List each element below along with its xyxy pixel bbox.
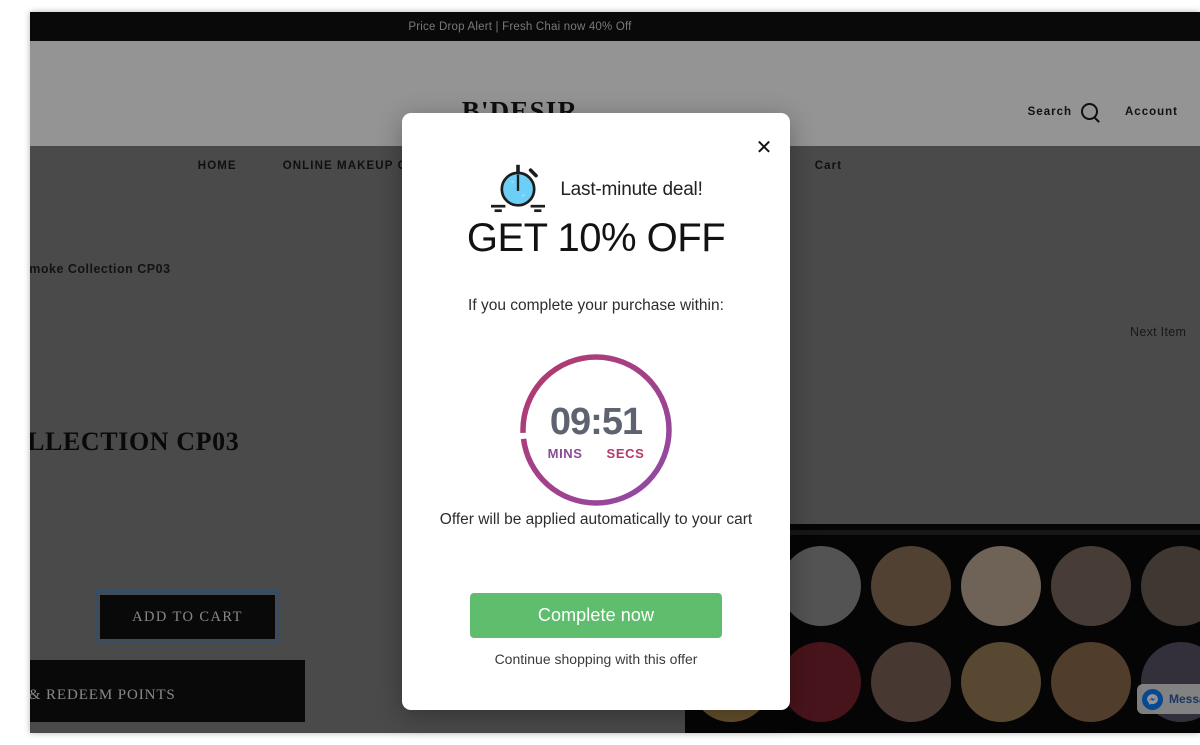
close-icon[interactable]: ✕ xyxy=(752,135,776,159)
countdown-units: MINS SECS xyxy=(548,446,645,461)
product-title: SMOKE COLLECTION CP03 xyxy=(30,427,240,457)
countdown-digits: 09:51 xyxy=(549,401,643,443)
eyeshadow-pan xyxy=(1051,546,1131,626)
last-minute-deal-modal: ✕ Last-minute deal! GET 10% OFF If you c… xyxy=(402,113,790,710)
messenger-widget[interactable]: Message us xyxy=(1137,684,1200,714)
countdown-readout: 09:51 MINS SECS xyxy=(515,349,677,511)
nav-item-cart[interactable]: Cart xyxy=(815,160,842,172)
eyeshadow-pan xyxy=(961,642,1041,722)
announcement-bar: Price Drop Alert | Fresh Chai now 40% Of… xyxy=(30,12,1200,41)
add-to-cart-button[interactable]: ADD TO CART xyxy=(95,590,280,644)
breadcrumb: / Crown Cosmetics / Smoke Collection CP0… xyxy=(30,262,171,276)
breadcrumb-current: Smoke Collection CP03 xyxy=(30,262,171,276)
eyeshadow-pan xyxy=(781,546,861,626)
modal-header: Last-minute deal! xyxy=(402,163,790,217)
countdown-timer: 09:51 MINS SECS xyxy=(515,349,677,511)
eyeshadow-pan xyxy=(871,546,951,626)
messenger-label: Message us xyxy=(1169,692,1200,706)
auto-apply-text: Offer will be applied automatically to y… xyxy=(439,511,753,528)
eyeshadow-pan xyxy=(871,642,951,722)
nav-item-home[interactable]: HOME xyxy=(198,160,237,172)
account-link[interactable]: Account xyxy=(1125,106,1178,118)
search-label[interactable]: Search xyxy=(1028,106,1072,118)
nav-label: Cart xyxy=(814,160,843,172)
search-icon[interactable] xyxy=(1081,103,1098,120)
continue-shopping-link[interactable]: Continue shopping with this offer xyxy=(402,651,790,667)
condition-text: If you complete your purchase within: xyxy=(468,297,724,314)
screenshot-root: Price Drop Alert | Fresh Chai now 40% Of… xyxy=(0,0,1200,745)
next-item-link[interactable]: Next Item xyxy=(1130,325,1186,339)
messenger-icon xyxy=(1142,688,1163,710)
complete-now-button[interactable]: Complete now xyxy=(470,593,722,638)
eyeshadow-pan xyxy=(781,642,861,722)
eyeshadow-pan xyxy=(1051,642,1131,722)
header-utilities: Search Account xyxy=(1028,103,1178,120)
nav-label: HOME xyxy=(197,160,237,172)
login-earn-points-button[interactable]: LOGIN TO EARN & REDEEM POINTS xyxy=(30,660,305,722)
seconds-label: SECS xyxy=(606,446,645,461)
eyeshadow-pan xyxy=(1141,546,1200,626)
deal-title: Last-minute deal! xyxy=(560,179,703,200)
stopwatch-icon xyxy=(491,164,546,213)
announcement-text: Price Drop Alert | Fresh Chai now 40% Of… xyxy=(408,20,632,33)
offer-headline: GET 10% OFF xyxy=(466,216,726,260)
eyeshadow-pan xyxy=(961,546,1041,626)
minutes-label: MINS xyxy=(547,446,583,461)
